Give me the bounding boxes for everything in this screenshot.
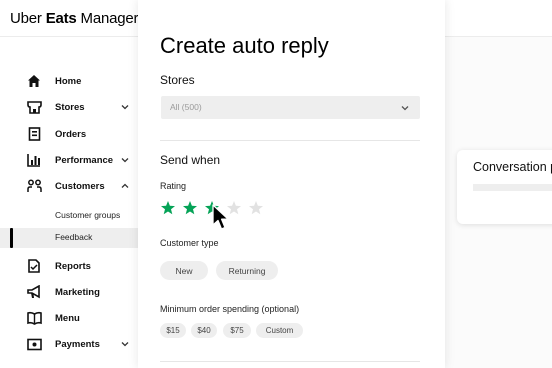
sidebar-item-reports[interactable]: Reports xyxy=(0,255,138,277)
min-order-label: Minimum order spending (optional) xyxy=(160,304,300,314)
brand-name-bold: Eats xyxy=(45,10,77,27)
create-auto-reply-panel: Create auto reply Stores All (500) Send … xyxy=(138,0,445,368)
chevron-down-icon[interactable] xyxy=(120,102,130,112)
mouse-cursor-icon xyxy=(212,204,229,230)
reports-icon xyxy=(26,258,42,274)
min-order-15[interactable]: $15 xyxy=(160,323,186,338)
sidebar-item-stores[interactable]: Stores xyxy=(0,96,138,118)
chevron-down-icon[interactable] xyxy=(120,155,130,165)
chevron-up-icon[interactable] xyxy=(120,181,130,191)
sidebar-item-label: Reports xyxy=(55,260,91,272)
sidebar-item-label: Customers xyxy=(55,180,105,192)
star-icon[interactable] xyxy=(160,200,176,216)
sidebar-item-label: Orders xyxy=(55,128,87,140)
conversation-card[interactable]: Conversation p xyxy=(457,150,552,224)
brand-name-regular: Uber xyxy=(10,10,46,27)
sidebar-item-orders[interactable]: Orders xyxy=(0,123,138,145)
sidebar-item-home[interactable]: Home xyxy=(0,70,138,92)
min-order-custom[interactable]: Custom xyxy=(256,323,303,338)
sidebar-item-marketing[interactable]: Marketing xyxy=(0,281,138,303)
sidebar-subitem-label: Customer groups xyxy=(55,210,121,220)
conversation-card-placeholder xyxy=(473,184,552,191)
min-order-40[interactable]: $40 xyxy=(191,323,217,338)
home-icon xyxy=(26,73,42,89)
send-when-label: Send when xyxy=(160,153,221,167)
stores-section-label: Stores xyxy=(160,73,195,87)
sidebar: Home Stores Orders Performance Customers… xyxy=(0,37,138,368)
star-icon[interactable] xyxy=(182,200,198,216)
conversation-card-title: Conversation p xyxy=(473,160,552,174)
customer-type-returning[interactable]: Returning xyxy=(216,261,278,280)
orders-icon xyxy=(26,126,42,142)
sidebar-item-label: Marketing xyxy=(55,286,100,298)
bar-chart-icon xyxy=(26,152,42,168)
sidebar-item-label: Stores xyxy=(55,101,85,113)
active-indicator xyxy=(10,228,13,248)
customers-icon xyxy=(26,178,42,194)
sidebar-subitem-customer-groups[interactable]: Customer groups xyxy=(0,206,138,226)
brand-logo[interactable]: Uber Eats Manager xyxy=(10,10,139,27)
rating-label: Rating xyxy=(160,181,187,191)
megaphone-icon xyxy=(26,284,42,300)
star-icon[interactable] xyxy=(248,200,264,216)
page-title: Create auto reply xyxy=(160,33,329,58)
sidebar-item-label: Performance xyxy=(55,154,114,166)
chevron-down-icon xyxy=(401,106,409,111)
sidebar-item-customers[interactable]: Customers xyxy=(0,175,138,197)
payments-icon xyxy=(26,336,42,352)
brand-name-suffix: Manager xyxy=(76,10,139,27)
store-icon xyxy=(26,99,42,115)
customer-type-label: Customer type xyxy=(160,238,219,248)
customer-type-new[interactable]: New xyxy=(160,261,208,280)
sidebar-item-payments[interactable]: Payments xyxy=(0,333,138,355)
sidebar-item-label: Menu xyxy=(55,312,80,324)
stores-select-value: All (500) xyxy=(170,102,202,112)
sidebar-item-menu[interactable]: Menu xyxy=(0,307,138,329)
min-order-75[interactable]: $75 xyxy=(223,323,251,338)
sidebar-subitem-label: Feedback xyxy=(55,232,93,242)
sidebar-item-label: Home xyxy=(55,75,82,87)
stores-select[interactable]: All (500) xyxy=(161,96,420,119)
book-icon xyxy=(26,310,42,326)
sidebar-subitem-feedback[interactable]: Feedback xyxy=(0,228,138,248)
section-divider xyxy=(160,140,420,141)
section-divider xyxy=(160,361,420,362)
sidebar-item-performance[interactable]: Performance xyxy=(0,149,138,171)
sidebar-item-label: Payments xyxy=(55,338,100,350)
chevron-down-icon[interactable] xyxy=(120,339,130,349)
